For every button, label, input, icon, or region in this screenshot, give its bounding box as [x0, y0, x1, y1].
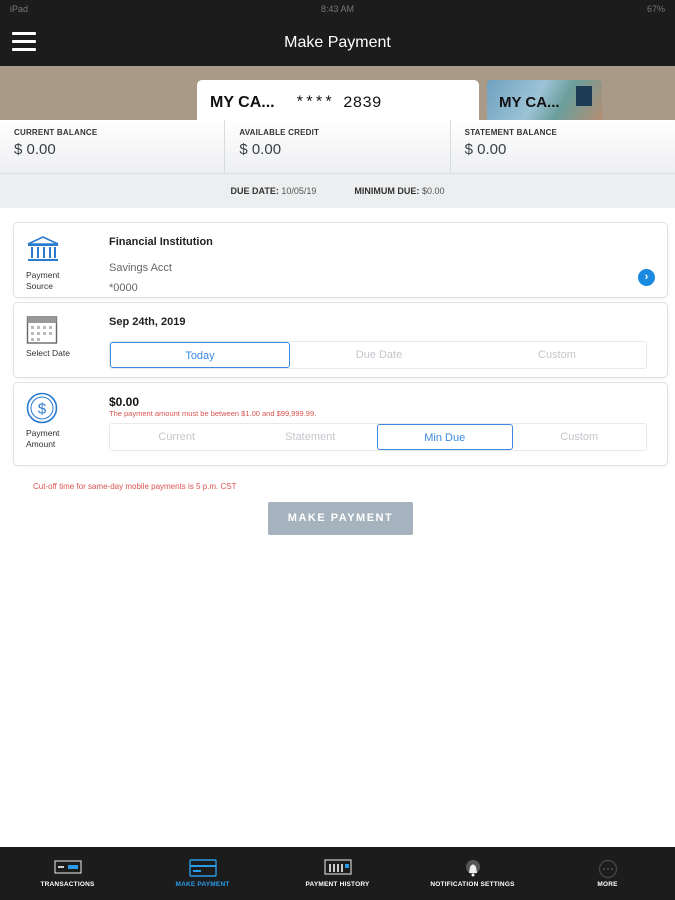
account-number: *0000 [109, 282, 138, 294]
nav-bar: Make Payment [0, 18, 675, 66]
calendar-icon [26, 316, 58, 344]
date-option-due-date[interactable]: Due Date [290, 342, 468, 368]
date-option-custom[interactable]: Custom [468, 342, 646, 368]
current-balance-label: CURRENT BALANCE [14, 128, 98, 137]
statement-balance: STATEMENT BALANCE $ 0.00 [451, 120, 675, 173]
tab-transactions[interactable]: TRANSACTIONS [0, 847, 135, 900]
due-date: DUE DATE: 10/05/19 [231, 186, 317, 196]
current-balance-value: $ 0.00 [14, 141, 56, 158]
tab-make-payment[interactable]: MAKE PAYMENT [135, 847, 270, 900]
payment-amount-panel: $ Payment Amount $0.00 The payment amoun… [13, 382, 668, 466]
available-credit-value: $ 0.00 [239, 141, 282, 158]
payment-amount-value: $0.00 [109, 395, 140, 409]
battery-level: 67% [646, 4, 665, 14]
select-date-panel: Select Date Sep 24th, 2019 Today Due Dat… [13, 302, 668, 378]
clock: 8:43 AM [320, 4, 355, 14]
due-date-value: 10/05/19 [281, 186, 317, 196]
cutoff-note: Cut-off time for same-day mobile payment… [33, 482, 237, 491]
secondary-card-name: MY CA... [499, 94, 560, 111]
account-type: Savings Acct [109, 262, 172, 274]
current-balance: CURRENT BALANCE $ 0.00 [0, 120, 226, 173]
amount-option-custom[interactable]: Custom [513, 424, 647, 450]
payment-amount-label: Payment Amount [26, 428, 60, 449]
svg-text:$: $ [38, 401, 47, 418]
more-icon [598, 859, 617, 879]
make-payment-button[interactable]: MAKE PAYMENT [268, 502, 413, 535]
select-date-label: Select Date [26, 348, 70, 358]
history-icon [323, 859, 352, 875]
tab-bar: TRANSACTIONS MAKE PAYMENT PAYMENT HISTOR… [0, 847, 675, 900]
available-credit-label: AVAILABLE CREDIT [239, 128, 320, 137]
minimum-due-value: $0.00 [421, 186, 445, 196]
tab-more[interactable]: MORE [540, 847, 675, 900]
selected-card[interactable]: MY CA... **** 2839 [197, 80, 479, 122]
date-option-today[interactable]: Today [110, 342, 290, 368]
bank-icon [27, 236, 59, 261]
carrier-label: iPad [10, 4, 29, 14]
amount-error-message: The payment amount must be between $1.00… [109, 409, 317, 418]
amount-option-statement[interactable]: Statement [244, 424, 378, 450]
date-options: Today Due Date Custom [109, 341, 647, 369]
minimum-due-label: MINIMUM DUE: [354, 186, 420, 196]
page-title: Make Payment [284, 34, 391, 51]
amount-options: Current Statement Min Due Custom [109, 423, 647, 451]
tab-more-label: MORE [597, 881, 618, 888]
dollar-icon: $ [26, 392, 58, 424]
tab-make-payment-label: MAKE PAYMENT [175, 881, 230, 888]
card-carousel[interactable]: MY CA... **** 2839 MY CA... [0, 66, 675, 122]
payment-amount-icon-col: $ Payment Amount [14, 383, 104, 465]
statement-balance-value: $ 0.00 [464, 141, 507, 158]
select-date-icon-col: Select Date [14, 303, 104, 377]
card-icon [188, 859, 217, 877]
card-number: **** 2839 [295, 94, 382, 112]
tab-transactions-label: TRANSACTIONS [40, 881, 95, 888]
card-name: MY CA... [210, 94, 275, 111]
status-bar: iPad 8:43 AM 67% [0, 0, 675, 18]
amount-option-current[interactable]: Current [110, 424, 244, 450]
due-summary: DUE DATE: 10/05/19 MINIMUM DUE: $0.00 [0, 174, 675, 208]
payment-source-label: Payment Source [26, 270, 60, 291]
payment-source-panel[interactable]: Payment Source Financial Institution Sav… [13, 222, 668, 298]
amount-option-min-due[interactable]: Min Due [377, 424, 513, 450]
statement-balance-label: STATEMENT BALANCE [464, 128, 558, 137]
balance-summary: CURRENT BALANCE $ 0.00 AVAILABLE CREDIT … [0, 120, 675, 174]
available-credit: AVAILABLE CREDIT $ 0.00 [225, 120, 451, 173]
payment-source-icon-col: Payment Source [14, 223, 104, 297]
institution-name: Financial Institution [109, 236, 213, 248]
bell-icon [465, 860, 480, 877]
tab-payment-history-label: PAYMENT HISTORY [305, 881, 370, 888]
card-art-icon [576, 86, 592, 106]
tab-notification-settings[interactable]: NOTIFICATION SETTINGS [405, 847, 540, 900]
selected-date: Sep 24th, 2019 [109, 316, 186, 328]
minimum-due: MINIMUM DUE: $0.00 [354, 186, 444, 196]
tab-notification-settings-label: NOTIFICATION SETTINGS [430, 881, 515, 888]
due-date-label: DUE DATE: [230, 186, 279, 196]
chevron-right-icon[interactable]: › [638, 269, 655, 286]
secondary-card[interactable]: MY CA... [487, 80, 602, 122]
tab-payment-history[interactable]: PAYMENT HISTORY [270, 847, 405, 900]
transactions-icon [53, 860, 82, 874]
